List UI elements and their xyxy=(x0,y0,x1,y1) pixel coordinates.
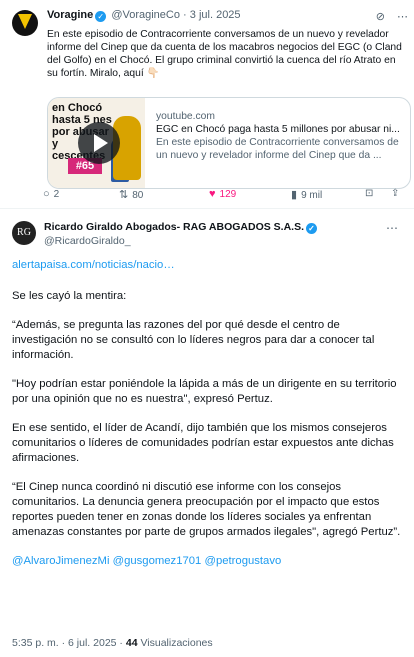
share-icon: ⇪ xyxy=(391,188,400,199)
paragraph-5: “El Cinep nunca coordinó ni discutió ese… xyxy=(12,481,401,538)
quoted-tweet[interactable]: Voragine ✓ @VoragineCo · 3 jul. 2025 ⊘ ⋯ E… xyxy=(10,6,411,206)
tweet-time[interactable]: 5:35 p. m. xyxy=(12,637,59,649)
mentions[interactable]: @AlvaroJimenezMi @gusgomez1701 @petrogus… xyxy=(12,554,404,569)
quoted-date[interactable]: 3 jul. 2025 xyxy=(190,9,241,21)
views-button[interactable]: ▮ 9 mil xyxy=(291,188,322,201)
retweet-count: 80 xyxy=(132,190,144,201)
ricardo-giraldo-avatar[interactable]: RG xyxy=(12,221,36,245)
grok-icon[interactable]: ⊘ xyxy=(376,11,385,23)
card-title: EGC en Chocó paga hasta 5 millones por a… xyxy=(156,124,400,135)
bookmark-button[interactable]: ⊡ xyxy=(365,188,373,199)
heart-icon: ♥ xyxy=(209,188,216,200)
verified-badge-icon: ✓ xyxy=(95,11,107,22)
main-author-name[interactable]: Ricardo Giraldo Abogados- RAG ABOGADOS S… xyxy=(44,221,319,234)
card-domain: youtube.com xyxy=(156,111,215,122)
voragine-avatar[interactable] xyxy=(12,10,38,36)
retweet-button[interactable]: ⇅ 80 xyxy=(119,188,143,201)
like-button[interactable]: ♥ 129 xyxy=(209,188,236,200)
quoted-author-name[interactable]: Voragine xyxy=(47,9,93,21)
quoted-header-icons: ⊘ ⋯ xyxy=(364,10,408,23)
tweet-metadata: 5:35 p. m. · 6 jul. 2025 · 44 Visualizac… xyxy=(12,637,213,649)
article-link[interactable]: alertapaisa.com/noticias/nacio xyxy=(12,259,163,271)
paragraph-3: "Hoy podrían estar poniéndole la lápida … xyxy=(12,378,397,405)
reply-icon: ○ xyxy=(43,188,50,200)
main-tweet-text: alertapaisa.com/noticias/nacio… Se les c… xyxy=(12,258,404,569)
paragraph-1: Se les cayó la mentira: xyxy=(12,290,127,302)
paragraph-2: “Además, se pregunta las razones del por… xyxy=(12,319,375,361)
views-icon: ▮ xyxy=(291,189,298,201)
main-author-handle[interactable]: @RicardoGiraldo_ xyxy=(44,235,131,247)
quoted-tweet-text: En este episodio de Contracorriente conv… xyxy=(47,29,402,79)
verified-badge-icon: ✓ xyxy=(306,223,317,234)
quoted-actions: ○ 2 ⇅ 80 ♥ 129 ▮ 9 mil ⊡ ⇪ xyxy=(43,188,403,202)
more-icon[interactable]: ⋯ xyxy=(397,11,408,23)
share-button[interactable]: ⇪ xyxy=(391,188,399,199)
reply-button[interactable]: ○ 2 xyxy=(43,188,59,200)
youtube-link-card[interactable]: en Chocó hasta 5 nes por abusar y cescen… xyxy=(47,97,411,189)
tweet-date[interactable]: 6 jul. 2025 xyxy=(68,637,116,649)
views-label: Visualizaciones xyxy=(140,637,213,649)
like-count: 129 xyxy=(219,189,237,200)
retweet-icon: ⇅ xyxy=(119,189,129,201)
card-description: En este episodio de Contracorriente conv… xyxy=(156,137,399,161)
video-thumbnail[interactable]: en Chocó hasta 5 nes por abusar y cescen… xyxy=(48,98,145,188)
bookmark-icon: ⊡ xyxy=(365,188,374,199)
views-total: 44 xyxy=(125,637,138,649)
reply-count: 2 xyxy=(53,189,60,200)
quoted-tweet-header: Voragine ✓ @VoragineCo · 3 jul. 2025 xyxy=(47,9,241,22)
views-count: 9 mil xyxy=(301,190,323,201)
quoted-author-handle[interactable]: @VoragineCo xyxy=(111,9,180,21)
divider xyxy=(0,208,414,209)
paragraph-4: En ese sentido, el líder de Acandí, dijo… xyxy=(12,422,394,464)
play-icon[interactable] xyxy=(78,122,120,164)
more-icon[interactable]: ⋯ xyxy=(386,221,398,235)
